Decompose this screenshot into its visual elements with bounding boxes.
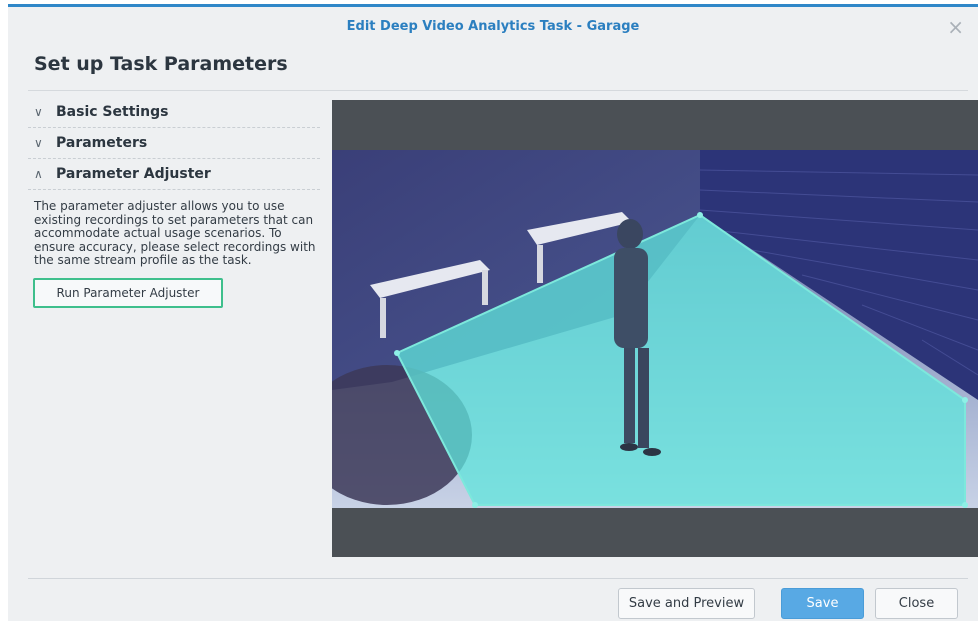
dialog-titlebar: Edit Deep Video Analytics Task - Garage … — [8, 7, 978, 47]
section-parameters[interactable]: ∨ Parameters — [28, 128, 320, 159]
section-parameter-adjuster[interactable]: ∧ Parameter Adjuster — [28, 159, 320, 190]
save-button[interactable]: Save — [781, 588, 864, 619]
section-label: Basic Settings — [56, 104, 169, 120]
adjuster-description: The parameter adjuster allows you to use… — [34, 199, 316, 267]
chevron-down-icon: ∨ — [34, 136, 43, 150]
close-icon[interactable]: × — [947, 7, 964, 47]
run-parameter-adjuster-button[interactable]: Run Parameter Adjuster — [33, 277, 223, 308]
chevron-down-icon: ∨ — [34, 105, 43, 119]
section-basic-settings[interactable]: ∨ Basic Settings — [28, 97, 320, 128]
footer-divider — [28, 578, 968, 579]
close-button[interactable]: Close — [875, 588, 958, 619]
page-title: Set up Task Parameters — [34, 53, 288, 75]
chevron-up-icon: ∧ — [34, 167, 43, 181]
camera-preview — [302, 100, 978, 557]
camera-frame — [302, 150, 978, 508]
dialog-title: Edit Deep Video Analytics Task - Garage — [346, 19, 640, 34]
section-label: Parameter Adjuster — [56, 166, 211, 182]
section-label: Parameters — [56, 135, 148, 151]
edit-task-dialog: Edit Deep Video Analytics Task - Garage … — [8, 4, 978, 621]
heading-divider — [28, 90, 968, 91]
settings-pane: ∨ Basic Settings ∨ Parameters ∧ Parameter A… — [28, 97, 320, 308]
save-and-preview-button[interactable]: Save and Preview — [618, 588, 755, 619]
